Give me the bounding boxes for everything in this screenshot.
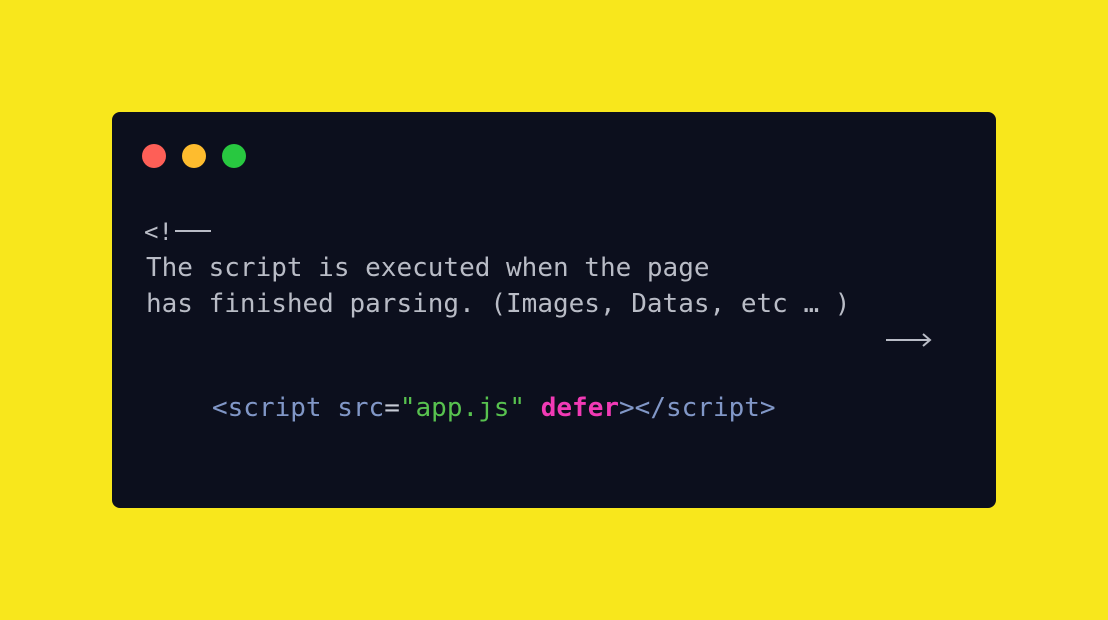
- tag-close-token: script>: [666, 393, 776, 423]
- attr-value-token: "app.js": [399, 393, 526, 423]
- script-tag-line: <script src="app.js" defer></script>: [212, 390, 776, 426]
- tag-open-token: <script: [212, 393, 322, 423]
- equals-token: =: [384, 393, 400, 423]
- maximize-window-dot[interactable]: [222, 144, 246, 168]
- code-window: <! The script is executed when the page …: [112, 112, 996, 508]
- comment-line-1: The script is executed when the page: [146, 253, 710, 283]
- comment-line-2: has finished parsing. (Images, Datas, et…: [146, 289, 851, 319]
- minimize-window-dot[interactable]: [182, 144, 206, 168]
- long-arrow-right-icon: [886, 333, 932, 347]
- attr-name-token: src: [337, 393, 385, 423]
- defer-keyword-token: defer: [540, 393, 620, 423]
- comment-open-marker: <!: [144, 214, 211, 250]
- comment-open-dash: [174, 230, 211, 232]
- comment-open-text: <!: [144, 218, 173, 246]
- close-window-dot[interactable]: [142, 144, 166, 168]
- tag-mid-token: ></: [619, 393, 666, 423]
